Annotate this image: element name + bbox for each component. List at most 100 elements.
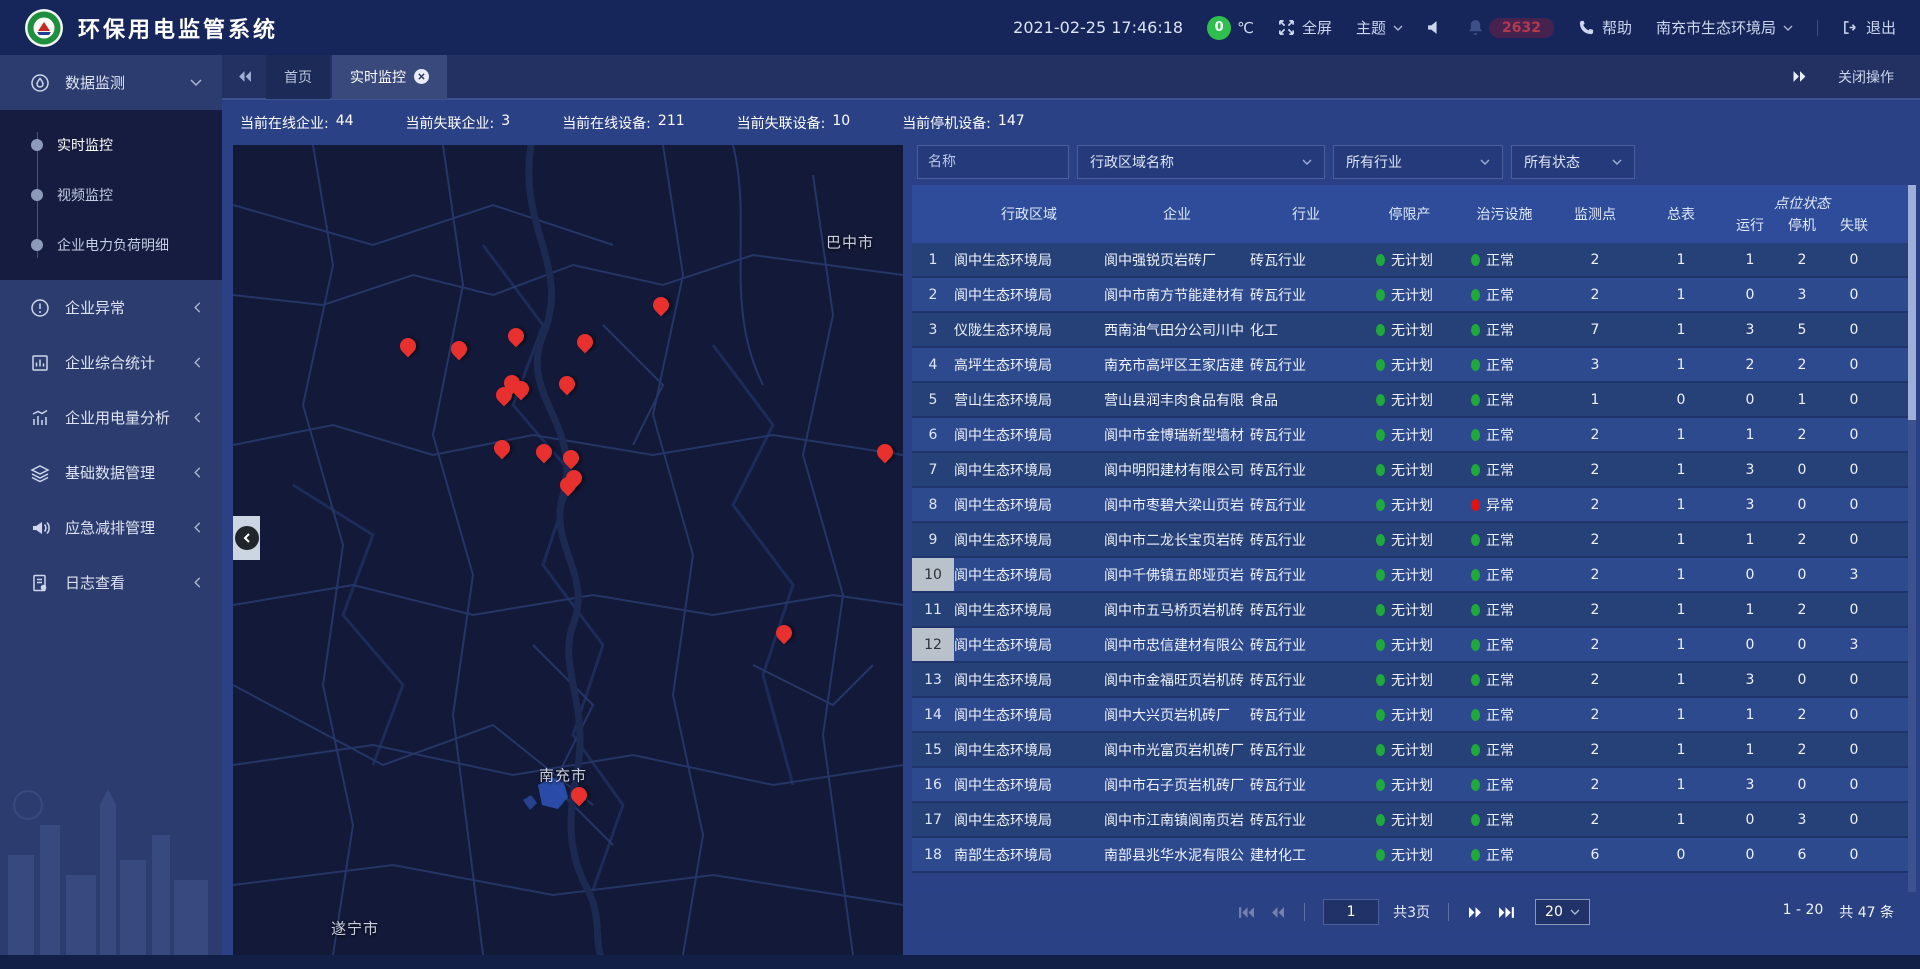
table-row-5[interactable]: 5营山生态环境局营山县润丰肉食品有限食品无计划正常10010 [912, 383, 1916, 418]
sidebar: 数据监测实时监控视频监控企业电力负荷明细企业异常企业综合统计企业用电量分析基础数… [0, 55, 222, 955]
fullscreen-button[interactable]: 全屏 [1278, 17, 1332, 38]
sidebar-item-enterprise-statistics[interactable]: 企业综合统计 [0, 335, 222, 390]
tab-realtime-monitor[interactable]: 实时监控 [332, 54, 447, 99]
table-row-13[interactable]: 13阆中生态环境局阆中市金福旺页岩机砖砖瓦行业无计划正常21300 [912, 663, 1916, 698]
status-dot-icon [1471, 849, 1480, 861]
status-dot-icon [1471, 359, 1480, 371]
enterprise-cell: 阆中市南方节能建材有 [1104, 285, 1250, 305]
monitor-points-cell: 7 [1552, 322, 1638, 338]
notification-area[interactable]: 2632 [1468, 18, 1554, 38]
sidebar-item-log-view[interactable]: 日志查看 [0, 555, 222, 610]
industry-filter-select[interactable]: 所有行业 [1333, 145, 1503, 179]
table-scrollbar[interactable] [1908, 185, 1916, 892]
table-row-14[interactable]: 14阆中生态环境局阆中大兴页岩机砖厂砖瓦行业无计划正常21120 [912, 698, 1916, 733]
tabs-scroll-left-button[interactable] [222, 54, 266, 99]
stat-offline-devices: 当前失联设备:10 [737, 113, 851, 133]
row-number: 15 [912, 733, 954, 766]
close-operations-button[interactable]: 关闭操作 [1838, 67, 1894, 87]
table-row-7[interactable]: 7阆中生态环境局阆中明阳建材有限公司砖瓦行业无计划正常21300 [912, 453, 1916, 488]
status-dot-icon [1376, 604, 1385, 616]
table-row-17[interactable]: 17阆中生态环境局阆中市江南镇阆南页岩砖瓦行业无计划正常21030 [912, 803, 1916, 838]
limit-status-cell: 无计划 [1362, 425, 1457, 445]
page-size-select[interactable]: 20 [1535, 899, 1590, 925]
row-number: 18 [912, 838, 954, 871]
sidebar-item-data-monitoring[interactable]: 数据监测 [0, 55, 222, 110]
meters-cell: 1 [1638, 707, 1724, 723]
tab-home[interactable]: 首页 [266, 54, 330, 99]
stat-value: 147 [998, 113, 1025, 133]
facility-status-cell: 正常 [1457, 320, 1552, 340]
status-dot-icon [1376, 849, 1385, 861]
map-city-label: 巴中市 [826, 232, 874, 253]
sidebar-item-electricity-analysis[interactable]: 企业用电量分析 [0, 390, 222, 445]
table-row-16[interactable]: 16阆中生态环境局阆中市石子页岩机砖厂砖瓦行业无计划正常21300 [912, 768, 1916, 803]
table-row-15[interactable]: 15阆中生态环境局阆中市光富页岩机砖厂砖瓦行业无计划正常21120 [912, 733, 1916, 768]
theme-menu[interactable]: 主题 [1356, 17, 1403, 38]
sidebar-subitem[interactable]: 企业电力负荷明细 [0, 220, 222, 270]
help-button[interactable]: 帮助 [1578, 17, 1632, 38]
stop-cell: 0 [1776, 462, 1828, 478]
status-dot-icon [1471, 604, 1480, 616]
sidebar-subitem[interactable]: 视频监控 [0, 170, 222, 220]
tab-close-button[interactable] [414, 69, 429, 84]
prev-page-button[interactable] [1269, 906, 1286, 919]
status-dot-icon [1471, 569, 1480, 581]
table-row-6[interactable]: 6阆中生态环境局阆中市金博瑞新型墙材砖瓦行业无计划正常21120 [912, 418, 1916, 453]
sidebar-item-emergency-reduction[interactable]: 应急减排管理 [0, 500, 222, 555]
monitor-points-cell: 2 [1552, 252, 1638, 268]
temperature-unit: ℃ [1237, 19, 1254, 37]
status-filter-select[interactable]: 所有状态 [1511, 145, 1635, 179]
monitor-points-cell: 2 [1552, 462, 1638, 478]
district-cell: 阆中生态环境局 [954, 425, 1104, 445]
table-row-18[interactable]: 18南部生态环境局南部县兆华水泥有限公建材化工无计划正常60060 [912, 838, 1916, 873]
chevron-down-icon [1570, 909, 1580, 915]
table-row-11[interactable]: 11阆中生态环境局阆中市五马桥页岩机砖砖瓦行业无计划正常21120 [912, 593, 1916, 628]
facility-status-cell: 正常 [1457, 285, 1552, 305]
tab-bar-right: 关闭操作 [1792, 67, 1920, 87]
next-page-button[interactable] [1467, 906, 1484, 919]
table-row-3[interactable]: 3仪陇生态环境局西南油气田分公司川中化工无计划正常71350 [912, 313, 1916, 348]
status-dot-icon [1471, 814, 1480, 826]
status-dot-icon [1471, 429, 1480, 441]
table-row-2[interactable]: 2阆中生态环境局阆中市南方节能建材有砖瓦行业无计划正常21030 [912, 278, 1916, 313]
district-cell: 阆中生态环境局 [954, 670, 1104, 690]
sidebar-item-base-data[interactable]: 基础数据管理 [0, 445, 222, 500]
scrollbar-thumb[interactable] [1908, 185, 1916, 420]
table-row-10[interactable]: 10阆中生态环境局阆中千佛镇五郎垭页岩砖瓦行业无计划正常21003 [912, 558, 1916, 593]
table-row-1[interactable]: 1阆中生态环境局阆中强锐页岩砖厂砖瓦行业无计划正常21120 [912, 243, 1916, 278]
run-cell: 0 [1724, 847, 1776, 863]
double-chevron-right-icon[interactable] [1792, 70, 1808, 83]
first-page-button[interactable] [1238, 906, 1255, 919]
table-row-9[interactable]: 9阆中生态环境局阆中市二龙长宝页岩砖砖瓦行业无计划正常21120 [912, 523, 1916, 558]
table-row-4[interactable]: 4高坪生态环境局南充市高坪区王家店建砖瓦行业无计划正常31220 [912, 348, 1916, 383]
brand: 环保用电监管系统 [24, 8, 278, 48]
map-collapse-button[interactable] [233, 516, 260, 560]
page-number-input[interactable] [1323, 899, 1379, 925]
status-dot-icon [1376, 359, 1385, 371]
row-number: 6 [912, 418, 954, 451]
fullscreen-icon [1278, 19, 1295, 36]
last-page-button[interactable] [1498, 906, 1515, 919]
limit-status-cell: 无计划 [1362, 705, 1457, 725]
status-dot-icon [1471, 779, 1480, 791]
mute-button[interactable] [1427, 19, 1444, 36]
sidebar-item-label: 企业用电量分析 [65, 407, 177, 428]
status-dot-icon [1376, 709, 1385, 721]
sidebar-item-enterprise-abnormal[interactable]: 企业异常 [0, 280, 222, 335]
map-panel[interactable]: 巴中市南充市遂宁市 [233, 145, 903, 955]
industry-cell: 化工 [1250, 320, 1362, 340]
enterprise-cell: 南部县兆华水泥有限公 [1104, 845, 1250, 865]
enterprise-cell: 阆中市江南镇阆南页岩 [1104, 810, 1250, 830]
status-dot-icon [1471, 324, 1480, 336]
limit-status-cell: 无计划 [1362, 810, 1457, 830]
name-filter-input[interactable] [917, 145, 1069, 179]
organization-menu[interactable]: 南充市生态环境局 [1656, 17, 1793, 38]
table-row-8[interactable]: 8阆中生态环境局阆中市枣碧大梁山页岩砖瓦行业无计划异常21300 [912, 488, 1916, 523]
district-cell: 阆中生态环境局 [954, 635, 1104, 655]
table-row-12[interactable]: 12阆中生态环境局阆中市忠信建材有限公砖瓦行业无计划正常21003 [912, 628, 1916, 663]
sidebar-subitem[interactable]: 实时监控 [0, 120, 222, 170]
region-filter-select[interactable]: 行政区域名称 [1077, 145, 1325, 179]
row-number: 13 [912, 663, 954, 696]
logout-button[interactable]: 退出 [1842, 17, 1896, 38]
sidebar-subitem-label: 企业电力负荷明细 [57, 235, 169, 255]
